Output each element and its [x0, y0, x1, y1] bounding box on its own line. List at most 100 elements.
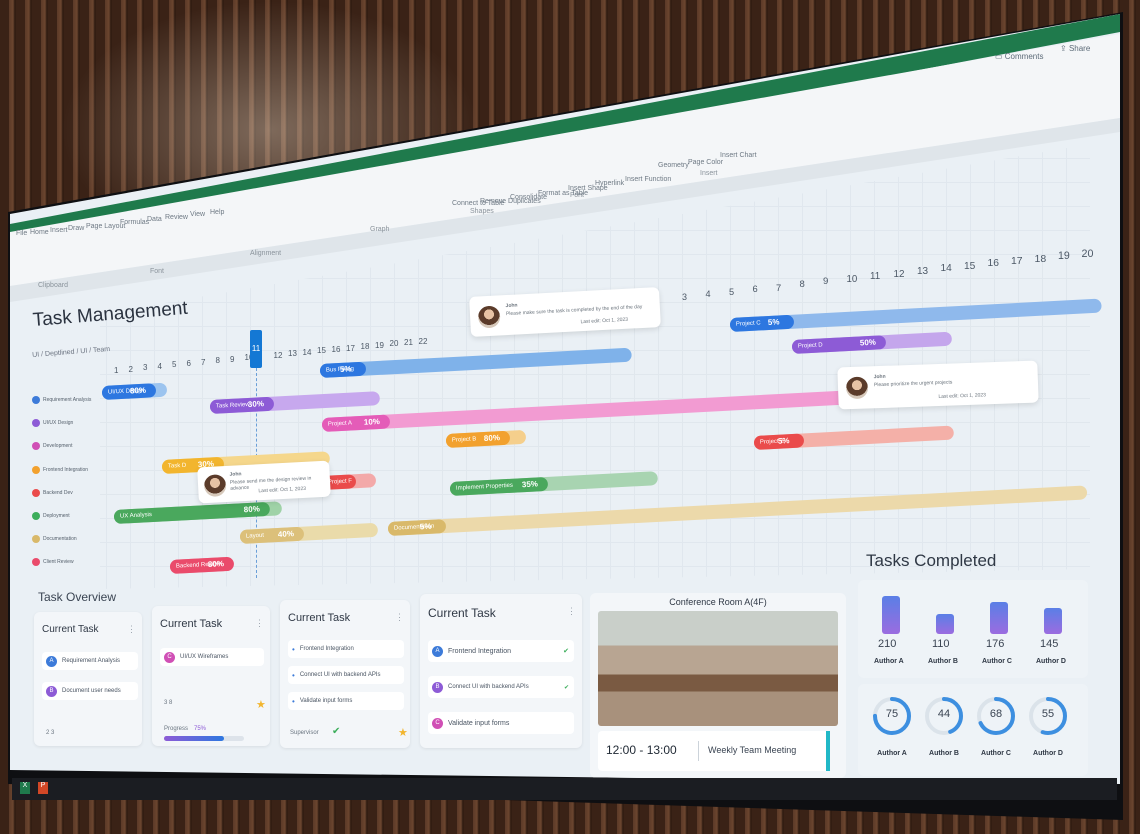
more-icon[interactable]: ⋮ [395, 612, 404, 623]
hyperlink-button[interactable]: Hyperlink [595, 180, 624, 187]
comment-card-3[interactable]: John Please send me the design review in… [197, 460, 331, 504]
excel-app-icon[interactable]: X [20, 782, 30, 794]
task-card-2[interactable]: Current Task ⋮ C UI/UX Wireframes 3 8 ★ P… [152, 606, 270, 746]
group-shapes: Shapes [470, 208, 494, 215]
tab-draw[interactable]: Draw [68, 225, 84, 232]
comment-time: Last edit: Oct 1, 2023 [258, 485, 307, 495]
day-number: 6 [752, 284, 758, 295]
attachment-count: 2 3 [46, 730, 55, 736]
progress-label: Progress [164, 726, 189, 732]
check-icon: ✔ [563, 684, 569, 691]
more-icon[interactable]: ⋮ [255, 618, 264, 629]
geometry-button[interactable]: Geometry [658, 162, 689, 169]
day-number: 22 [418, 336, 428, 346]
sidebar-item[interactable]: Client Review [32, 558, 74, 567]
sidebar-item[interactable]: Requirement Analysis [32, 396, 91, 404]
meeting-name: Weekly Team Meeting [708, 745, 797, 755]
check-icon: ✔ [332, 726, 341, 737]
tab-formulas[interactable]: Formulas [120, 219, 149, 226]
more-icon[interactable]: ⋮ [567, 606, 576, 617]
task-letter: B [46, 685, 57, 697]
overview-title: Task Overview [38, 590, 117, 604]
tab-data[interactable]: Data [147, 216, 162, 223]
ring-author: Author D [1033, 750, 1063, 757]
insert-chart-button[interactable]: Insert Chart [720, 152, 757, 159]
gantt-bar-percent: 5% [419, 521, 432, 532]
task-item[interactable]: C UI/UX Wireframes [160, 648, 264, 666]
sidebar-item[interactable]: Frontend Integration [32, 465, 88, 474]
tab-help[interactable]: Help [210, 209, 224, 216]
card-title: Current Task [160, 618, 223, 630]
today-marker: 11 [250, 330, 262, 368]
sidebar-label: Documentation [43, 536, 77, 543]
task-card-4[interactable]: Current Task ⋮ A Frontend Integration ✔ BC… [420, 594, 582, 748]
sidebar-item[interactable]: UI/UX Design [32, 419, 74, 428]
tab-review[interactable]: Review [165, 214, 188, 221]
tab-home[interactable]: Home [30, 229, 49, 236]
task-card-3[interactable]: Current Task ⋮ • Frontend Integration • Co… [280, 600, 410, 748]
task-label: UI/UX Wireframes [180, 654, 229, 660]
task-item[interactable]: C Validate input forms [428, 712, 574, 734]
sidebar-dot [32, 535, 40, 544]
sidebar-item[interactable]: Deployment [32, 512, 70, 520]
gantt-bar-percent: 80% [483, 433, 501, 444]
day-number: 1 [114, 366, 119, 375]
day-number: 4 [157, 361, 162, 371]
sidebar-dot [32, 419, 40, 428]
day-number: 19 [375, 340, 384, 350]
tab-view[interactable]: View [190, 211, 205, 218]
day-number: 12 [273, 350, 283, 360]
tab-file[interactable]: File [16, 230, 27, 237]
progress-fill [164, 736, 224, 741]
sidebar-item[interactable]: Documentation [32, 535, 77, 544]
task-item[interactable]: A Requirement Analysis [42, 652, 138, 670]
tasks-bar-chart: 210 Author A 110 Author B 176 Author C 145 Auth… [858, 580, 1088, 678]
sidebar-item[interactable]: Backend Dev [32, 488, 73, 497]
day-number: 19 [1058, 250, 1070, 263]
sidebar-item[interactable]: Development [32, 442, 73, 451]
day-number: 17 [346, 343, 355, 353]
star-icon[interactable]: ★ [256, 698, 266, 711]
supervisor-label: Supervisor [290, 730, 319, 736]
sidebar-label: UI/UX Design [43, 420, 74, 427]
day-number: 21 [404, 338, 413, 347]
day-number: 9 [230, 354, 235, 364]
task-label: Validate input forms [299, 698, 353, 704]
tab-insert[interactable]: Insert [50, 227, 68, 234]
day-number: 15 [964, 260, 976, 272]
task-item[interactable]: • Validate input forms [288, 692, 404, 710]
comment-author: John [505, 302, 518, 310]
day-number: 8 [799, 279, 805, 290]
powerpoint-app-icon[interactable]: P [38, 782, 48, 794]
day-number: 2 [128, 364, 133, 374]
day-number: 20 [389, 339, 399, 349]
task-letter: B [432, 681, 443, 693]
day-number: 10 [846, 273, 858, 285]
star-icon[interactable]: ★ [398, 726, 408, 739]
avatar [203, 474, 227, 498]
gantt-bar-percent: 5% [339, 364, 352, 374]
task-item[interactable]: B Connect UI with backend APIs ✔ [428, 676, 574, 698]
tasks-completed-title: Tasks Completed [866, 551, 997, 570]
meeting-slot[interactable]: 12:00 - 13:00 Weekly Team Meeting [598, 731, 830, 771]
task-item[interactable]: • Frontend Integration [288, 640, 404, 658]
insert-function-button[interactable]: Insert Function [625, 176, 671, 183]
task-item[interactable]: B Document user needs [42, 682, 138, 700]
conference-card[interactable]: Conference Room A(4F) 12:00 - 13:00 Week… [590, 593, 846, 778]
day-number: 9 [823, 276, 829, 288]
task-item[interactable]: A Frontend Integration ✔ [428, 640, 574, 662]
bullet-icon: • [292, 670, 295, 680]
avatar [477, 305, 501, 329]
task-label: Frontend Integration [448, 647, 512, 655]
page-color-button[interactable]: Page Color [688, 159, 723, 166]
gantt-bar-percent: 5% [767, 317, 780, 328]
task-item[interactable]: • Connect UI with backend APIs [288, 666, 404, 684]
task-card-1[interactable]: Current Task ⋮ A Requirement Analysis B Do… [34, 612, 142, 746]
comment-card-2[interactable]: John Please prioritize the urgent projec… [837, 360, 1039, 410]
task-label: Connect UI with backend APIs [299, 672, 381, 678]
more-icon[interactable]: ⋮ [127, 624, 136, 635]
day-number: 16 [331, 345, 341, 354]
gantt-bar-percent: 10% [363, 416, 381, 427]
day-number: 4 [705, 289, 711, 300]
sidebar-label: Development [43, 443, 73, 450]
